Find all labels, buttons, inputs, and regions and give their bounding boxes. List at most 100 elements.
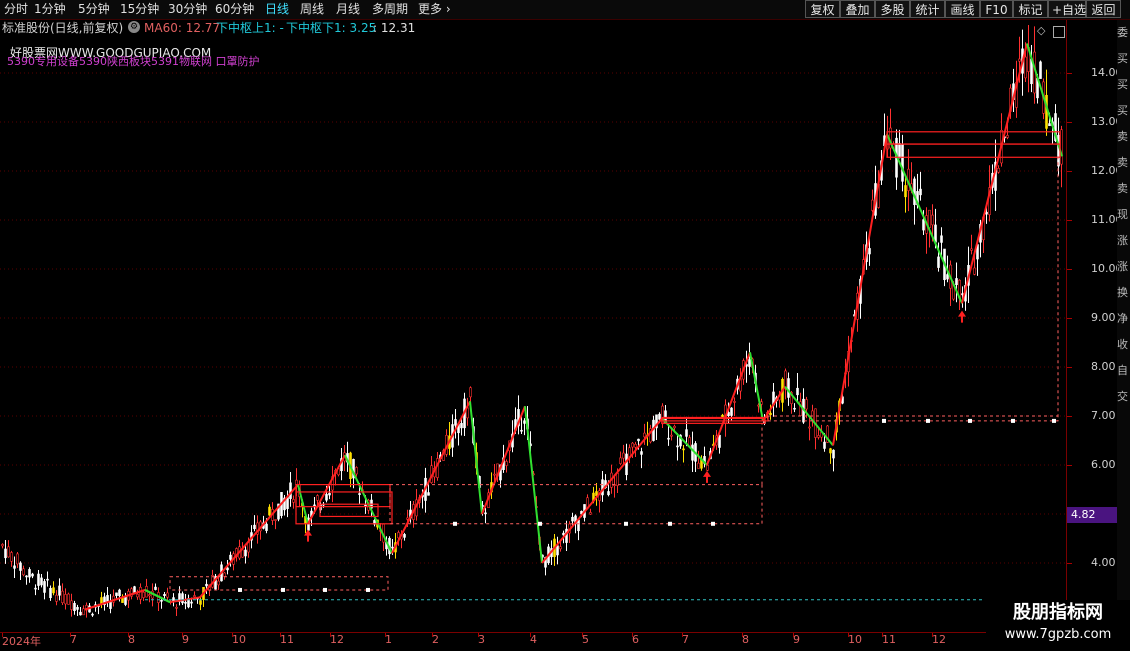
stroke-segment — [199, 483, 299, 598]
candle-body — [7, 546, 10, 558]
candle-body — [721, 414, 724, 418]
month-tick — [882, 633, 883, 637]
period-tab-more[interactable]: 更多 › — [418, 1, 451, 18]
period-tab-timeshare[interactable]: 分时 — [4, 1, 28, 18]
period-tab-weekly[interactable]: 周线 — [300, 1, 324, 18]
candle-body — [328, 493, 331, 496]
month-tick — [478, 633, 479, 637]
candle-body — [241, 549, 244, 558]
current-price-tag: 4.82 — [1067, 507, 1117, 523]
period-tab-60min[interactable]: 60分钟 — [215, 1, 254, 18]
period-tab-1min[interactable]: 1分钟 — [34, 1, 66, 18]
candle-body — [787, 378, 790, 398]
period-tab-5min[interactable]: 5分钟 — [78, 1, 110, 18]
price-tick-mark — [1067, 122, 1072, 123]
candle-body — [667, 437, 670, 440]
stats-button[interactable]: 统计 — [910, 0, 945, 18]
candle-body — [805, 399, 808, 410]
candle-body — [670, 434, 673, 437]
candle-body — [397, 532, 400, 539]
draw-line-button[interactable]: 画线 — [945, 0, 980, 18]
candle-body — [25, 575, 28, 578]
price-tick-mark — [1067, 563, 1072, 564]
candle-body — [58, 585, 61, 596]
stroke-segment — [524, 406, 543, 564]
candle-body — [37, 573, 40, 586]
candle-body — [640, 451, 643, 455]
side-panel-label: 换 — [1117, 286, 1128, 299]
pivot-marker — [926, 418, 930, 423]
stroke-segment — [1026, 43, 1063, 157]
month-label: 12 — [330, 633, 344, 646]
period-tab-multi[interactable]: 多周期 — [372, 1, 408, 18]
candle-body — [829, 448, 832, 454]
month-label: 8 — [128, 633, 135, 646]
price-tick: 8.00 — [1091, 360, 1116, 373]
candle-body — [184, 601, 187, 604]
candle-body — [634, 443, 637, 448]
candle-body — [520, 429, 523, 432]
candle-body — [109, 602, 112, 609]
side-panel: 委买买买卖卖卖现涨涨换净收自交 — [1117, 20, 1130, 632]
candle-body — [559, 546, 562, 550]
month-label: 8 — [742, 633, 749, 646]
candle-body — [10, 552, 13, 562]
month-label: 11 — [280, 633, 294, 646]
candle-body — [970, 248, 973, 251]
side-panel-label: 收 — [1117, 338, 1128, 351]
candle-body — [823, 441, 826, 449]
add-watchlist-button[interactable]: +自选 — [1048, 0, 1086, 18]
candle-body — [139, 587, 142, 600]
candle-body — [193, 595, 196, 598]
f10-button[interactable]: F10 — [980, 0, 1013, 18]
candle-body — [748, 359, 751, 367]
candle-body — [292, 499, 295, 503]
period-tab-15min[interactable]: 15分钟 — [120, 1, 159, 18]
candle-body — [622, 452, 625, 459]
pivot-marker — [238, 587, 242, 592]
side-panel-label: 交 — [1117, 390, 1128, 403]
month-tick — [682, 633, 683, 637]
time-axis: 2024年 7 8 9 10 11 12 1 2 3 4 5 6 7 8 9 10 11 12 — [0, 632, 1066, 651]
candle-body — [931, 214, 934, 226]
multi-stock-button[interactable]: 多股 — [875, 0, 910, 18]
candle-body — [913, 178, 916, 205]
stroke-segment — [706, 351, 751, 466]
price-tick-mark — [1067, 416, 1072, 417]
candle-body — [493, 473, 496, 476]
month-tick — [232, 633, 233, 637]
candle-body — [265, 523, 268, 531]
overlay-button[interactable]: 叠加 — [840, 0, 875, 18]
candle-body — [40, 577, 43, 586]
pivot-marker — [281, 587, 285, 592]
period-tab-30min[interactable]: 30分钟 — [168, 1, 207, 18]
candle-body — [730, 407, 733, 416]
candle-body — [229, 554, 232, 560]
candle-body — [793, 407, 796, 410]
candle-body — [223, 572, 226, 577]
month-tick — [330, 633, 331, 637]
mark-button[interactable]: 标记 — [1013, 0, 1048, 18]
candle-body — [136, 593, 139, 598]
period-tab-monthly[interactable]: 月线 — [336, 1, 360, 18]
candle-body — [49, 588, 52, 599]
adjust-button[interactable]: 复权 — [805, 0, 840, 18]
back-button[interactable]: 返回 — [1086, 0, 1121, 18]
candle-body — [181, 593, 184, 604]
candle-body — [82, 608, 85, 616]
candle-body — [919, 188, 922, 196]
month-label: 12 — [932, 633, 946, 646]
pivot-marker — [366, 587, 370, 592]
candle-body — [589, 512, 592, 515]
kline-chart[interactable] — [0, 20, 1066, 632]
candle-body — [607, 491, 610, 496]
month-label: 2 — [432, 633, 439, 646]
candle-body — [937, 256, 940, 268]
month-tick — [848, 633, 849, 637]
candle-body — [697, 462, 700, 469]
candle-body — [901, 144, 904, 182]
candle-body — [922, 219, 925, 231]
period-tab-daily[interactable]: 日线 — [265, 1, 289, 18]
candle-body — [454, 419, 457, 426]
candle-body — [79, 611, 82, 616]
